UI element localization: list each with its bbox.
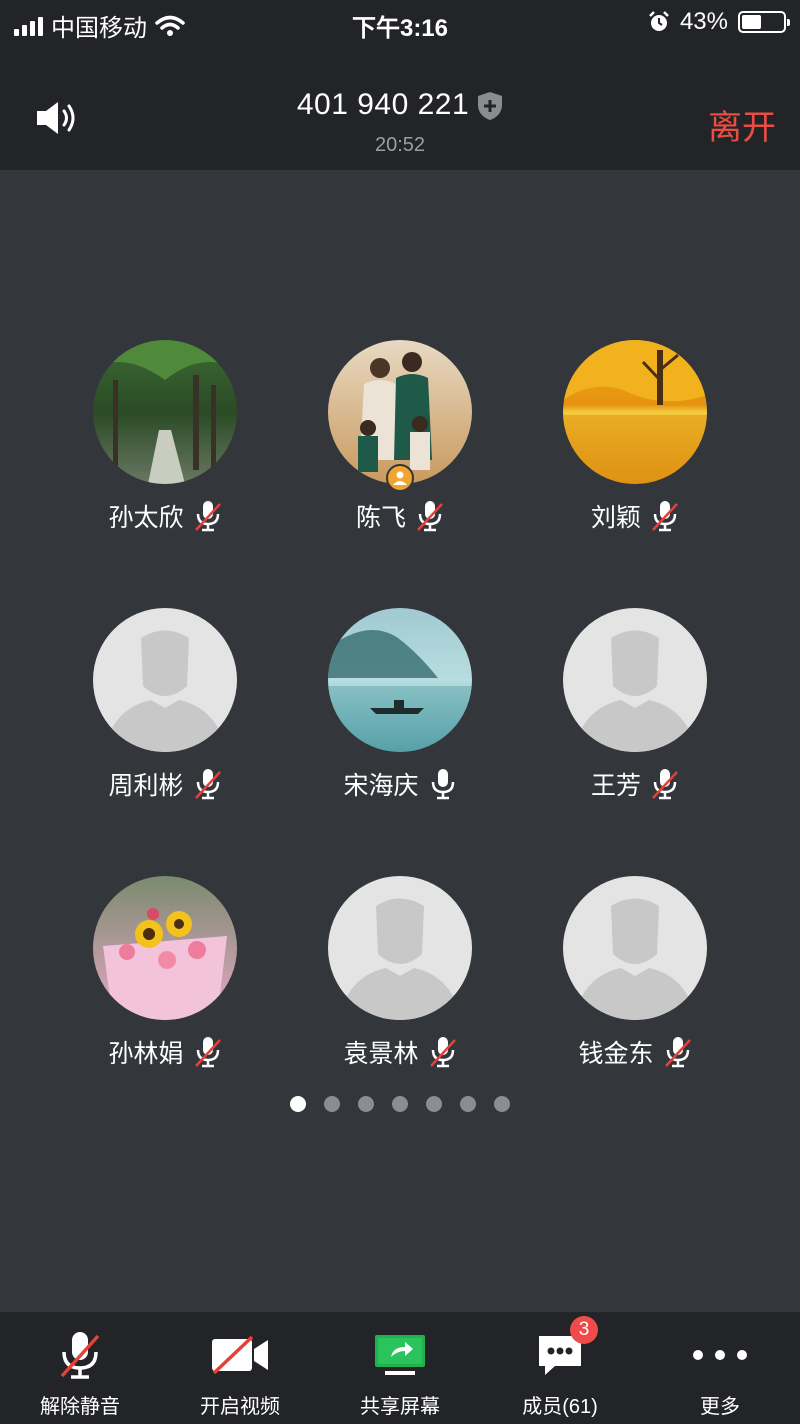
- share-screen-button[interactable]: 共享屏幕: [320, 1312, 480, 1424]
- page-dot[interactable]: [290, 1096, 306, 1112]
- page-indicator[interactable]: [0, 1096, 800, 1112]
- participant-name: 袁景林: [343, 1040, 419, 1068]
- participant-tile[interactable]: 宋海庆: [280, 608, 520, 802]
- participant-name: 孙太欣: [108, 504, 184, 532]
- meeting-id-text: 401 940 221: [296, 88, 470, 121]
- default-person-avatar: [563, 876, 707, 1020]
- video-off-icon: [212, 1335, 268, 1375]
- mic-muted-icon: [194, 501, 221, 532]
- start-video-button[interactable]: 开启视频: [160, 1312, 320, 1424]
- autumn-tree-avatar: [563, 340, 707, 484]
- members-badge: 3: [570, 1316, 598, 1344]
- host-person-icon: [393, 471, 407, 485]
- members-button[interactable]: 3 成员(61): [480, 1312, 640, 1424]
- participant-name: 周利彬: [108, 772, 184, 800]
- more-label: 更多: [700, 1396, 740, 1418]
- default-person-avatar: [328, 876, 472, 1020]
- unmute-label: 解除静音: [40, 1396, 120, 1418]
- participant-name: 宋海庆: [343, 772, 419, 800]
- default-person-avatar: [93, 608, 237, 752]
- meeting-header: 401 940 221 20:52 离开: [0, 46, 800, 170]
- mic-muted-icon: [652, 769, 678, 800]
- share-screen-icon: [375, 1335, 425, 1375]
- meeting-id[interactable]: 401 940 221: [0, 88, 800, 122]
- participant-name: 孙林娟: [108, 1040, 184, 1068]
- participant-tile[interactable]: 刘颖: [515, 340, 755, 534]
- avatar: [93, 340, 237, 484]
- participant-tile[interactable]: 王芳: [515, 608, 755, 802]
- mic-on-icon: [431, 769, 454, 800]
- page-dot[interactable]: [426, 1096, 442, 1112]
- participant-tile[interactable]: 孙林娟: [45, 876, 285, 1070]
- page-dot[interactable]: [358, 1096, 374, 1112]
- avatar: [93, 608, 237, 752]
- page-dot[interactable]: [324, 1096, 340, 1112]
- avatar: [563, 608, 707, 752]
- page-dot[interactable]: [460, 1096, 476, 1112]
- participant-tile[interactable]: 周利彬: [45, 608, 285, 802]
- page-dot[interactable]: [392, 1096, 408, 1112]
- participant-tile[interactable]: 孙太欣: [45, 340, 285, 534]
- mic-muted-icon: [60, 1332, 100, 1379]
- page-dot[interactable]: [494, 1096, 510, 1112]
- participant-tile[interactable]: 钱金东: [515, 876, 755, 1070]
- mic-muted-icon: [194, 1037, 221, 1068]
- bottom-toolbar: 解除静音 开启视频 共享屏幕 3 成员(61) 更多: [0, 1312, 800, 1424]
- mic-muted-icon: [664, 1037, 691, 1068]
- participant-tile[interactable]: 袁景林: [280, 876, 520, 1070]
- members-label: 成员(61): [522, 1396, 598, 1418]
- mic-muted-icon: [417, 501, 443, 532]
- mic-muted-icon: [429, 1037, 456, 1068]
- avatar: [563, 876, 707, 1020]
- shield-icon: [478, 92, 503, 121]
- participant-tile[interactable]: 陈飞: [280, 340, 520, 534]
- avatar: [328, 608, 472, 752]
- share-screen-label: 共享屏幕: [360, 1396, 440, 1418]
- alarm-icon: [649, 11, 669, 31]
- participant-name: 陈飞: [355, 504, 406, 532]
- leave-button[interactable]: 离开: [708, 100, 776, 149]
- start-video-label: 开启视频: [200, 1396, 280, 1418]
- avatar: [328, 340, 472, 492]
- mic-muted-icon: [652, 501, 678, 532]
- participant-name: 刘颖: [590, 504, 641, 532]
- participant-name: 王芳: [590, 772, 641, 800]
- forest-path-avatar: [93, 340, 237, 484]
- battery-percent: 43%: [679, 8, 728, 35]
- family-photo-avatar: [328, 340, 472, 484]
- mic-muted-icon: [194, 769, 221, 800]
- more-button[interactable]: 更多: [640, 1312, 800, 1424]
- unmute-button[interactable]: 解除静音: [0, 1312, 160, 1424]
- status-bar: 中国移动 下午3:16 43%: [0, 0, 800, 46]
- misty-lake-avatar: [328, 608, 472, 752]
- flower-bouquet-avatar: [93, 876, 237, 1020]
- avatar: [328, 876, 472, 1020]
- meeting-duration: 20:52: [374, 134, 426, 156]
- avatar: [563, 340, 707, 484]
- battery-icon: [738, 11, 790, 33]
- avatar: [93, 876, 237, 1020]
- host-badge: [386, 464, 414, 492]
- default-person-avatar: [563, 608, 707, 752]
- participant-name: 钱金东: [578, 1040, 654, 1068]
- more-icon: [693, 1350, 747, 1360]
